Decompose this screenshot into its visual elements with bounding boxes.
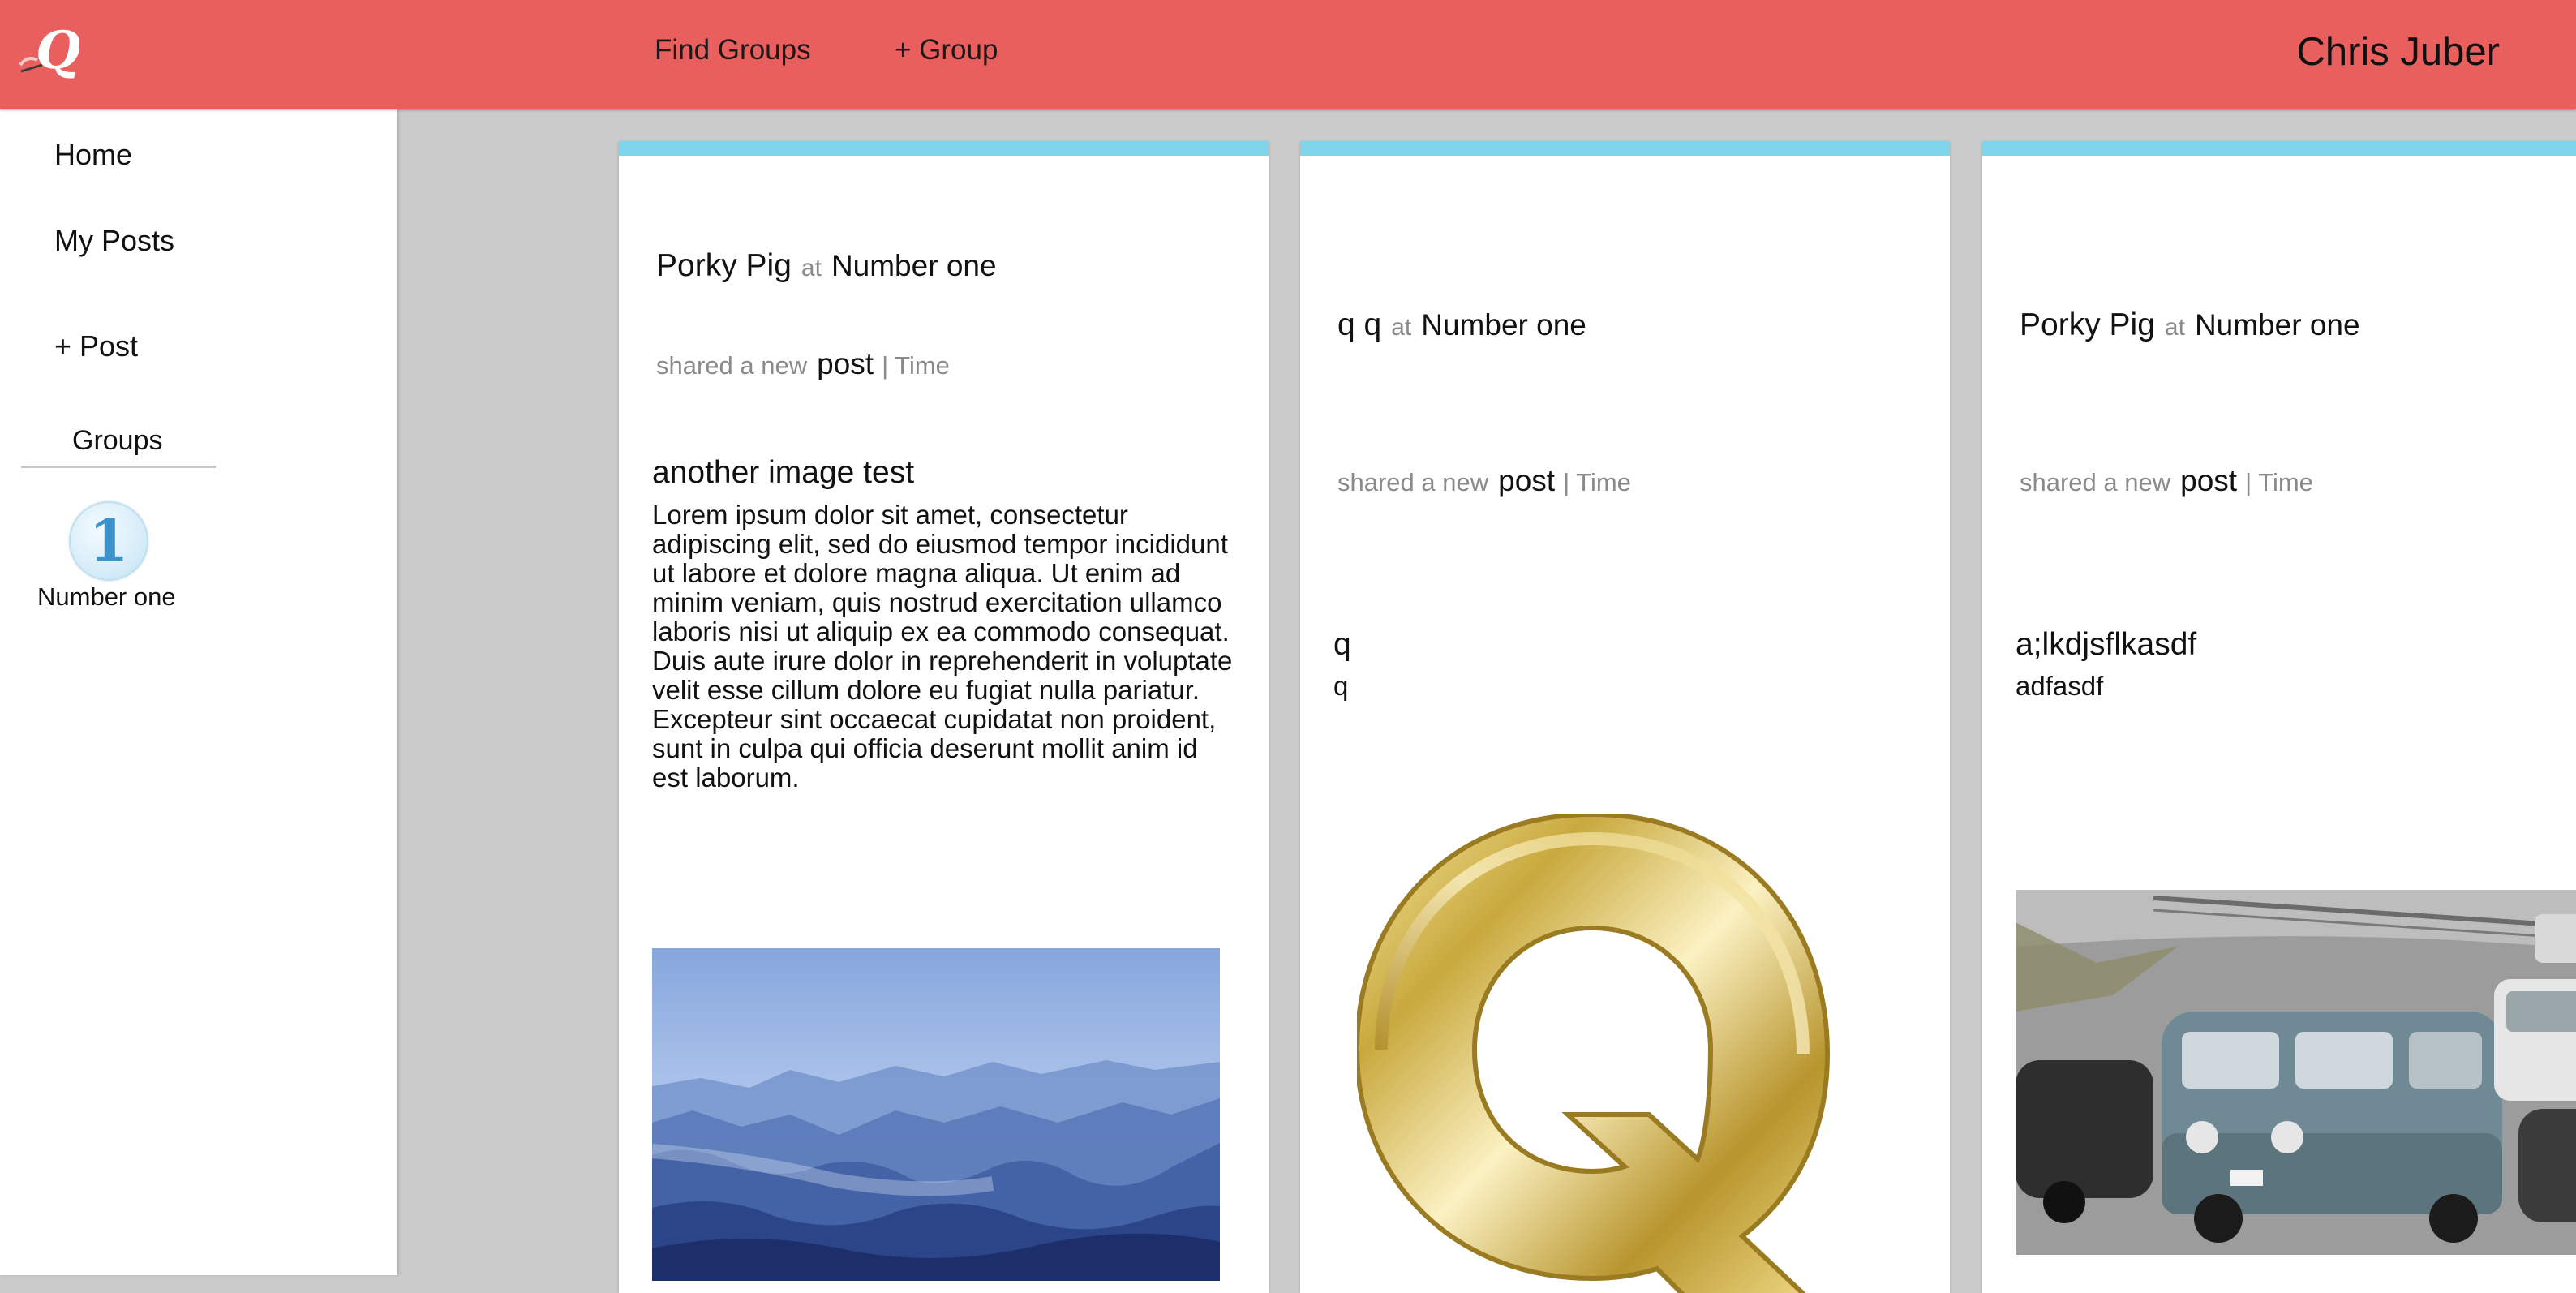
- post-body: adfasdf: [2016, 671, 2104, 701]
- gold-letter-q-image: [1357, 814, 1831, 1293]
- street-traffic-vw-bus-image: [2016, 890, 2576, 1255]
- post-link[interactable]: post: [817, 347, 874, 380]
- post-author[interactable]: Porky Pig: [2020, 307, 2155, 342]
- post-title: a;lkdjsflkasdf: [2016, 627, 2197, 662]
- post-time: | Time: [882, 351, 950, 380]
- shared-label: shared a new: [656, 351, 808, 380]
- add-group-link[interactable]: + Group: [895, 34, 998, 67]
- at-label: at: [1391, 314, 1412, 341]
- post-link[interactable]: post: [1498, 464, 1555, 497]
- post-meta-line: shared a new post | Time: [2020, 464, 2313, 498]
- app-logo[interactable]: Q: [18, 15, 79, 83]
- sidebar: Home My Posts + Post Groups 1 Number one: [0, 109, 397, 1275]
- find-groups-link[interactable]: Find Groups: [655, 34, 811, 67]
- sidebar-item-home[interactable]: Home: [54, 138, 132, 172]
- post-group[interactable]: Number one: [2195, 308, 2360, 342]
- group-badge-number: 1: [88, 507, 129, 574]
- groups-heading: Groups: [72, 425, 163, 456]
- groups-divider: [21, 466, 216, 468]
- at-label: at: [801, 255, 822, 281]
- shared-label: shared a new: [1337, 468, 1489, 496]
- sidebar-item-new-post[interactable]: + Post: [54, 329, 138, 363]
- post-link[interactable]: post: [2180, 464, 2237, 497]
- post-body: Lorem ipsum dolor sit amet, consectetur …: [652, 500, 1233, 793]
- post-author-line: Porky Pig at Number one: [2020, 307, 2360, 343]
- post-group[interactable]: Number one: [831, 249, 997, 282]
- user-name[interactable]: Chris Juber: [2296, 29, 2500, 75]
- svg-text:Q: Q: [36, 20, 79, 81]
- post-card: q q at Number one shared a new post | Time q…: [1300, 141, 1950, 1293]
- post-time: | Time: [2245, 468, 2313, 496]
- shared-label: shared a new: [2020, 468, 2171, 496]
- post-author-line: q q at Number one: [1337, 307, 1586, 343]
- post-title: q: [1333, 627, 1351, 662]
- post-time: | Time: [1563, 468, 1631, 496]
- post-meta-line: shared a new post | Time: [656, 347, 950, 381]
- group-badge-icon[interactable]: 1: [69, 501, 148, 581]
- top-navigation-bar: Q Find Groups + Group Chris Juber: [0, 0, 2576, 109]
- misty-mountains-image: [652, 948, 1220, 1281]
- post-meta-line: shared a new post | Time: [1337, 464, 1631, 498]
- post-author-line: Porky Pig at Number one: [656, 248, 997, 284]
- post-card: Porky Pig at Number one shared a new post | …: [1982, 141, 2576, 1293]
- post-body: q: [1333, 671, 1349, 701]
- sidebar-item-my-posts[interactable]: My Posts: [54, 224, 174, 258]
- post-author[interactable]: q q: [1337, 307, 1381, 342]
- at-label: at: [2164, 314, 2185, 341]
- post-author[interactable]: Porky Pig: [656, 248, 792, 283]
- post-title: another image test: [652, 455, 915, 490]
- post-group[interactable]: Number one: [1421, 308, 1586, 342]
- group-name[interactable]: Number one: [37, 582, 176, 612]
- post-card: Porky Pig at Number one shared a new post | …: [619, 141, 1269, 1293]
